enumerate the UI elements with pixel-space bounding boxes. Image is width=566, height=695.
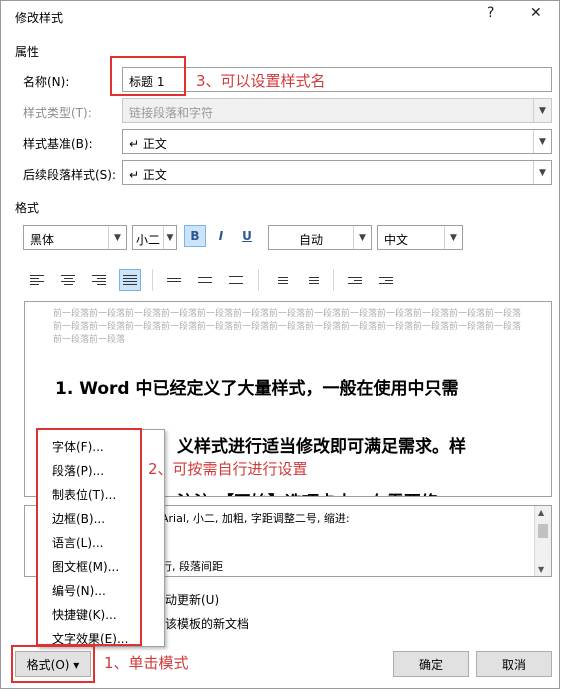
dialog-title: 修改样式	[15, 11, 64, 25]
next-style-value: ↵ 正文	[129, 168, 167, 182]
language-select[interactable]: 中文 ▼	[377, 225, 463, 250]
size-select[interactable]: 小二 ▼	[132, 225, 177, 250]
description-line-1: Arial, 小二, 加粗, 字距调整二号, 缩进:	[161, 512, 350, 525]
annotation-box-menu	[36, 428, 142, 646]
decrease-indent-icon[interactable]	[344, 269, 366, 291]
style-based-value: ↵ 正文	[129, 137, 167, 151]
annotation-3: 3、可以设置样式名	[196, 72, 326, 90]
chevron-down-icon: ▼	[353, 226, 371, 249]
help-button[interactable]: ?	[487, 5, 494, 21]
font-color-value: 自动	[299, 233, 324, 247]
increase-indent-icon[interactable]	[375, 269, 397, 291]
style-type-label: 样式类型(T):	[23, 106, 92, 120]
decrease-spacing-icon[interactable]	[300, 269, 322, 291]
section-format: 格式	[15, 201, 40, 215]
preview-line-3: 注注 【开始】选项卡中，在需要修	[177, 488, 438, 496]
annotation-box-name	[110, 56, 186, 96]
align-right-icon[interactable]	[88, 269, 110, 291]
language-value: 中文	[384, 233, 409, 247]
bold-button[interactable]: B	[184, 225, 206, 247]
annotation-1: 1、单击模式	[104, 654, 189, 672]
size-value: 小二	[136, 233, 161, 247]
next-style-select[interactable]: ↵ 正文 ▼	[122, 160, 552, 185]
italic-button[interactable]: I	[210, 225, 232, 247]
ok-button[interactable]: 确定	[393, 651, 469, 677]
style-type-value: 链接段落和字符	[129, 106, 214, 120]
name-field[interactable]: 标题 1	[122, 67, 552, 92]
double-spacing-icon[interactable]	[225, 269, 247, 291]
annotation-box-format	[11, 645, 95, 683]
chevron-down-icon: ▼	[533, 99, 551, 122]
description-scrollbar[interactable]: ▲ ▼	[534, 506, 551, 576]
new-docs-label: 该模板的新文档	[165, 617, 250, 631]
single-spacing-icon[interactable]	[163, 269, 185, 291]
chevron-down-icon: ▼	[163, 226, 176, 249]
font-value: 黑体	[30, 233, 55, 247]
preview-line-1: 1. Word 中已经定义了大量样式，一般在使用中只需	[55, 379, 459, 399]
next-style-label: 后续段落样式(S):	[23, 168, 117, 182]
style-based-label: 样式基准(B):	[23, 137, 93, 151]
chevron-down-icon: ▼	[533, 161, 551, 184]
chevron-down-icon: ▼	[444, 226, 462, 249]
increase-spacing-icon[interactable]	[269, 269, 291, 291]
toolbar-divider	[258, 269, 259, 291]
name-label: 名称(N):	[23, 75, 70, 89]
annotation-2: 2、可按需自行进行设置	[148, 460, 308, 478]
justify-icon[interactable]	[119, 269, 141, 291]
description-line-2: 行, 段落间距	[161, 560, 223, 573]
one-half-spacing-icon[interactable]	[194, 269, 216, 291]
scroll-down-icon: ▼	[538, 565, 545, 574]
section-properties: 属性	[15, 45, 40, 59]
auto-update-label: 动更新(U)	[165, 593, 220, 607]
font-select[interactable]: 黑体 ▼	[23, 225, 127, 250]
style-based-select[interactable]: ↵ 正文 ▼	[122, 129, 552, 154]
font-color-select[interactable]: 自动 ▼	[268, 225, 372, 250]
close-button[interactable]: ✕	[530, 5, 542, 21]
chevron-down-icon: ▼	[533, 130, 551, 153]
dialog-right-edge	[560, 0, 566, 695]
toolbar-divider	[152, 269, 153, 291]
scroll-thumb[interactable]	[538, 524, 548, 538]
align-center-icon[interactable]	[57, 269, 79, 291]
scroll-up-icon: ▲	[538, 508, 545, 517]
align-left-icon[interactable]	[26, 269, 48, 291]
style-type-select[interactable]: 链接段落和字符 ▼	[122, 98, 552, 123]
preview-previous-paragraph: 前一段落前一段落前一段落前一段落前一段落前一段落前一段落前一段落前一段落前一段落…	[53, 309, 522, 345]
cancel-button[interactable]: 取消	[476, 651, 552, 677]
underline-button[interactable]: U	[236, 225, 258, 247]
toolbar-divider	[333, 269, 334, 291]
chevron-down-icon: ▼	[108, 226, 126, 249]
preview-line-2: 义样式进行适当修改即可满足需求。样	[177, 437, 466, 457]
